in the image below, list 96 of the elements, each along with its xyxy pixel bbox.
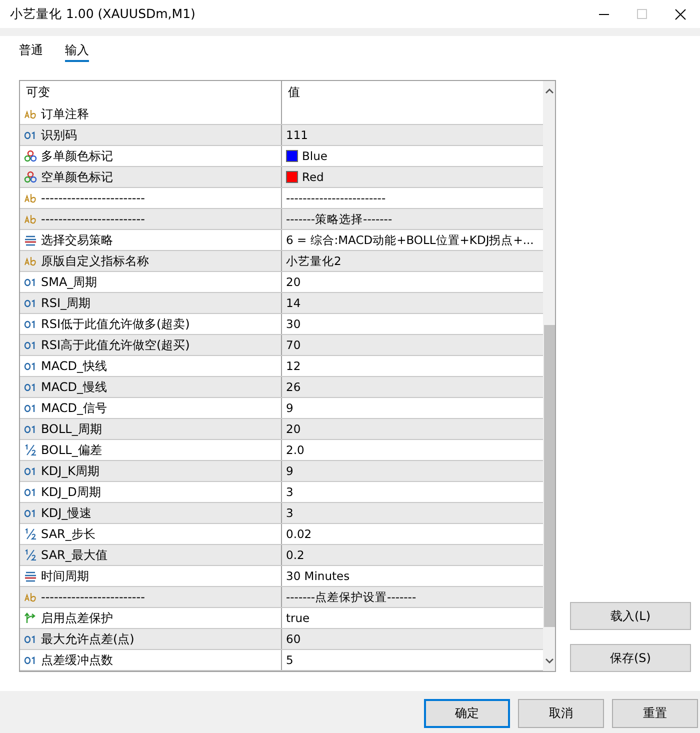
window-title: 小艺量化 1.00 (XAUUSDm,M1) [10, 6, 196, 22]
parameter-name-cell[interactable]: RSI低于此值允许做多(超卖) [20, 314, 282, 334]
tab[interactable]: 输入 [65, 42, 89, 62]
scrollbar[interactable] [543, 81, 555, 671]
column-header: 可变 [20, 81, 282, 104]
parameter-name-cell[interactable]: SMA_周期 [20, 272, 282, 292]
dialog-button[interactable]: 取消 [518, 699, 604, 728]
scroll-thumb[interactable] [544, 325, 554, 627]
parameter-value-cell[interactable]: 70 [282, 335, 543, 355]
fraction-type-icon [24, 549, 37, 561]
parameter-name-cell[interactable]: KDJ_K周期 [20, 461, 282, 481]
integer-type-icon [24, 424, 37, 434]
parameter-name-cell[interactable]: ------------------------ [20, 188, 282, 208]
integer-type-icon [24, 319, 37, 329]
parameter-name-cell[interactable]: ------------------------ [20, 209, 282, 229]
parameter-value-cell[interactable]: Blue [282, 146, 543, 166]
scroll-down-icon[interactable] [544, 658, 554, 664]
parameter-name-cell[interactable]: BOLL_周期 [20, 419, 282, 439]
parameter-value-cell[interactable]: 30 Minutes [282, 566, 543, 586]
fraction-type-icon [24, 528, 37, 540]
integer-type-icon [24, 403, 37, 413]
integer-type-icon [24, 655, 37, 665]
parameter-value-cell[interactable]: 3 [282, 482, 543, 502]
text-type-icon [24, 256, 37, 266]
parameter-name-cell[interactable]: SAR_最大值 [20, 545, 282, 565]
parameter-name-cell[interactable]: 时间周期 [20, 566, 282, 586]
parameter-name-cell[interactable]: SAR_步长 [20, 524, 282, 544]
integer-type-icon [24, 466, 37, 476]
parameter-value-cell[interactable]: 2.0 [282, 440, 543, 460]
toggle-arrow-icon [24, 612, 37, 624]
parameter-value-cell[interactable]: 0.2 [282, 545, 543, 565]
parameter-name-cell[interactable]: 最大允许点差(点) [20, 629, 282, 649]
parameter-name-cell[interactable]: RSI高于此值允许做空(超买) [20, 335, 282, 355]
parameter-name-cell[interactable]: KDJ_D周期 [20, 482, 282, 502]
parameter-value-cell[interactable]: 20 [282, 272, 543, 292]
parameter-value-cell[interactable]: 9 [282, 398, 543, 418]
integer-type-icon [24, 487, 37, 497]
side-button[interactable]: 载入(L) [570, 602, 691, 630]
fraction-type-icon [24, 444, 37, 456]
parameter-value-cell[interactable]: Red [282, 167, 543, 187]
parameter-name-cell[interactable]: 识别码 [20, 125, 282, 145]
parameter-value-cell[interactable]: 26 [282, 377, 543, 397]
integer-type-icon [24, 130, 37, 140]
parameter-value-cell[interactable]: 小艺量化2 [282, 251, 543, 271]
parameter-name-cell[interactable]: 空单颜色标记 [20, 167, 282, 187]
parameter-name-cell[interactable]: ------------------------ [20, 587, 282, 607]
parameter-name-cell[interactable]: MACD_快线 [20, 356, 282, 376]
integer-type-icon [24, 508, 37, 518]
integer-type-icon [24, 361, 37, 371]
parameter-name-cell[interactable]: MACD_慢线 [20, 377, 282, 397]
text-type-icon [24, 109, 37, 119]
maximize-icon [637, 9, 647, 19]
parameter-value-cell[interactable]: 60 [282, 629, 543, 649]
parameter-name-cell[interactable]: 原版自定义指标名称 [20, 251, 282, 271]
dialog-button[interactable]: 确定 [424, 699, 510, 728]
parameter-value-cell[interactable]: 9 [282, 461, 543, 481]
integer-type-icon [24, 634, 37, 644]
parameter-value-cell[interactable]: 111 [282, 125, 543, 145]
parameter-value-cell[interactable]: -------点差保护设置------- [282, 587, 543, 607]
dialog-button[interactable]: 重置 [612, 699, 698, 728]
parameter-name-cell[interactable]: MACD_信号 [20, 398, 282, 418]
parameter-value-cell[interactable]: true [282, 608, 543, 628]
parameter-value-cell[interactable]: ------------------------ [282, 188, 543, 208]
color-circles-icon [24, 150, 37, 162]
parameter-value-cell[interactable]: 0.02 [282, 524, 543, 544]
column-header: 值 [287, 84, 301, 101]
parameter-value-cell[interactable]: 5 [282, 650, 543, 670]
parameter-name-cell[interactable]: 启用点差保护 [20, 608, 282, 628]
parameter-name-cell[interactable]: KDJ_慢速 [20, 503, 282, 523]
text-type-icon [24, 193, 37, 203]
integer-type-icon [24, 298, 37, 308]
side-button[interactable]: 保存(S) [570, 644, 691, 672]
list-type-icon [24, 570, 37, 582]
text-type-icon [24, 214, 37, 224]
parameter-value-cell[interactable]: 12 [282, 356, 543, 376]
integer-type-icon [24, 382, 37, 392]
color-circles-icon [24, 171, 37, 183]
parameter-name-cell[interactable]: BOLL_偏差 [20, 440, 282, 460]
integer-type-icon [24, 277, 37, 287]
parameter-name-cell[interactable]: 多单颜色标记 [20, 146, 282, 166]
tab[interactable]: 普通 [19, 42, 43, 62]
parameter-value-cell[interactable]: 3 [282, 503, 543, 523]
parameter-name-cell[interactable]: RSI_周期 [20, 293, 282, 313]
parameter-name-cell[interactable]: 点差缓冲点数 [20, 650, 282, 670]
parameter-name-cell[interactable]: 选择交易策略 [20, 230, 282, 250]
parameter-value-cell[interactable]: -------策略选择------- [282, 209, 543, 229]
close-icon[interactable] [675, 8, 686, 20]
parameter-name-cell[interactable]: 订单注释 [20, 104, 282, 124]
text-type-icon [24, 592, 37, 602]
list-type-icon [24, 234, 37, 246]
parameter-value-cell[interactable]: 30 [282, 314, 543, 334]
scroll-up-icon[interactable] [544, 88, 554, 94]
parameter-value-cell[interactable]: 6 = 综合:MACD动能+BOLL位置+KDJ拐点+... [282, 230, 543, 250]
integer-type-icon [24, 340, 37, 350]
parameter-value-cell[interactable]: 20 [282, 419, 543, 439]
parameter-value-cell[interactable]: 14 [282, 293, 543, 313]
